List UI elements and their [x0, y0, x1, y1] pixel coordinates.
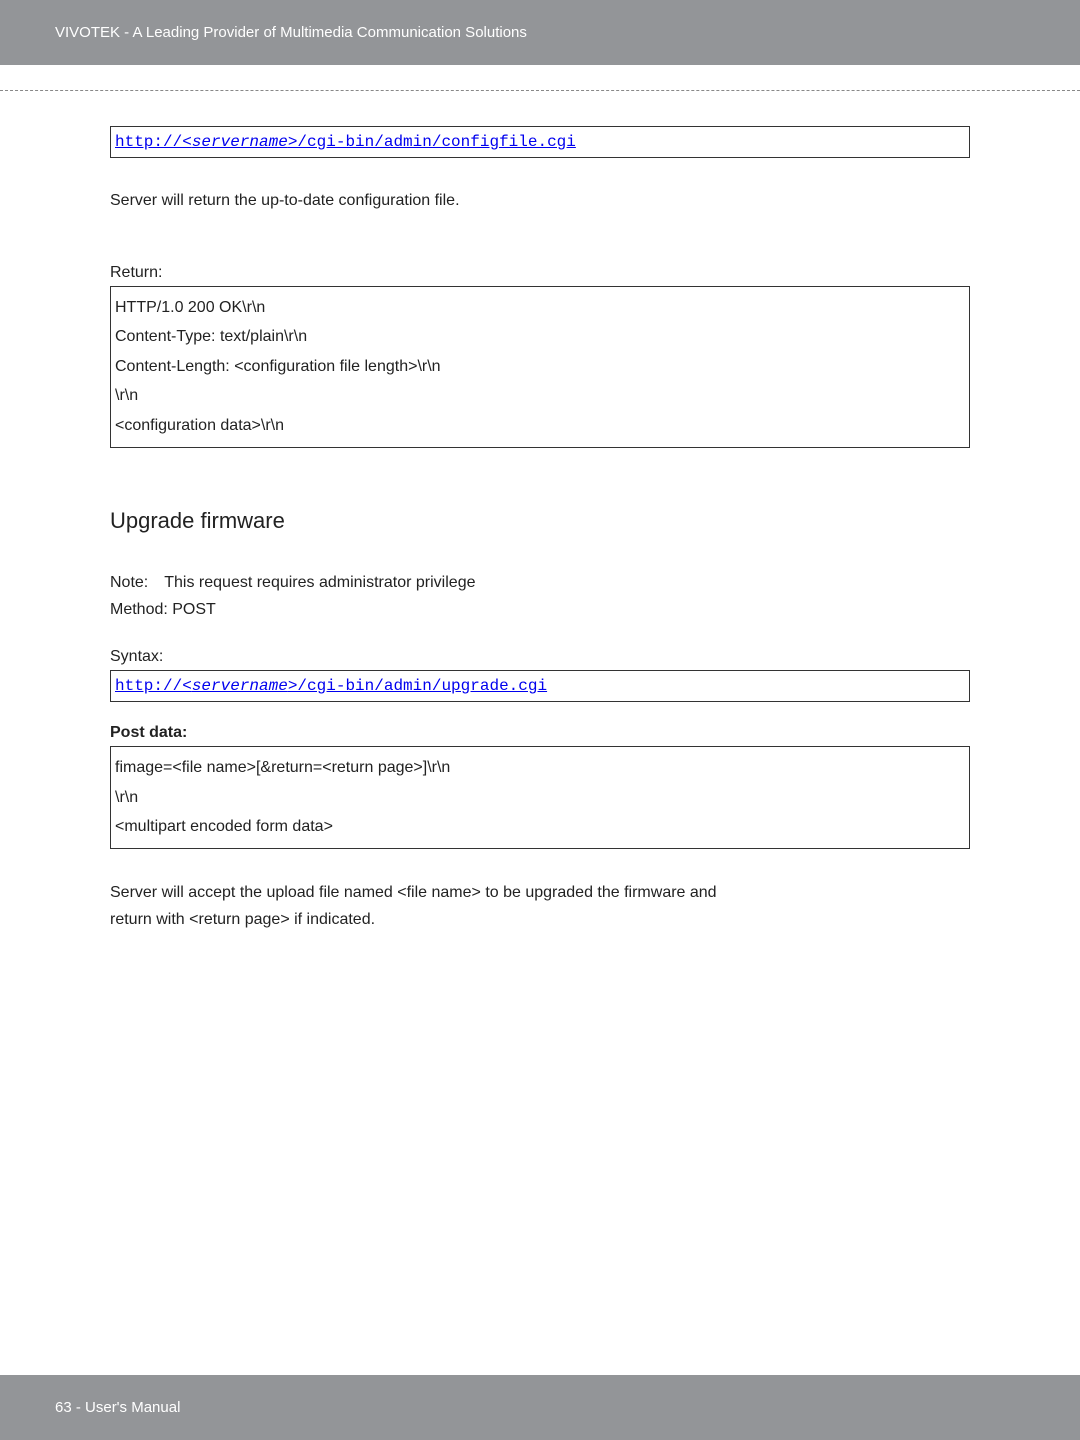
return-line-5: <configuration data>\r\n: [115, 411, 965, 441]
post-data-box: fimage=<file name>[&return=<return page>…: [110, 746, 970, 849]
url-box-upgrade: http://<servername>/cgi-bin/admin/upgrad…: [110, 670, 970, 702]
url2-prefix: http://<: [115, 677, 192, 695]
return-line-2: Content-Type: text/plain\r\n: [115, 322, 965, 352]
syntax-label: Syntax:: [110, 648, 970, 666]
content-area: http://<servername>/cgi-bin/admin/config…: [0, 91, 1080, 933]
paragraph-server-return: Server will return the up-to-date config…: [110, 188, 970, 214]
post-line-1: fimage=<file name>[&return=<return page>…: [115, 753, 965, 783]
url-prefix: http://<: [115, 133, 192, 151]
post-data-label: Post data:: [110, 724, 970, 742]
note-block: Note: This request requires administrato…: [110, 569, 970, 623]
note-line-2: Method: POST: [110, 596, 970, 623]
footer-text: 63 - User's Manual: [55, 1399, 180, 1416]
header-text: VIVOTEK - A Leading Provider of Multimed…: [55, 24, 527, 41]
footer-bar: 63 - User's Manual: [0, 1375, 1080, 1440]
return-label: Return:: [110, 264, 970, 282]
return-line-3: Content-Length: <configuration file leng…: [115, 352, 965, 382]
post-line-2: \r\n: [115, 783, 965, 813]
url-suffix: >/cgi-bin/admin/configfile.cgi: [288, 133, 576, 151]
post-line-3: <multipart encoded form data>: [115, 812, 965, 842]
url-box-configfile: http://<servername>/cgi-bin/admin/config…: [110, 126, 970, 158]
url-servername: servername: [192, 133, 288, 151]
section-title-upgrade: Upgrade firmware: [110, 508, 970, 534]
note-line-1: Note: This request requires administrato…: [110, 569, 970, 596]
header-bar: VIVOTEK - A Leading Provider of Multimed…: [0, 0, 1080, 65]
return-response-box: HTTP/1.0 200 OK\r\n Content-Type: text/p…: [110, 286, 970, 448]
url2-servername: servername: [192, 677, 288, 695]
paragraph-server-accept: Server will accept the upload file named…: [110, 879, 970, 933]
para2-line-1: Server will accept the upload file named…: [110, 879, 970, 906]
para2-line-2: return with <return page> if indicated.: [110, 906, 970, 933]
url2-suffix: >/cgi-bin/admin/upgrade.cgi: [288, 677, 547, 695]
return-line-4: \r\n: [115, 381, 965, 411]
return-line-1: HTTP/1.0 200 OK\r\n: [115, 293, 965, 323]
